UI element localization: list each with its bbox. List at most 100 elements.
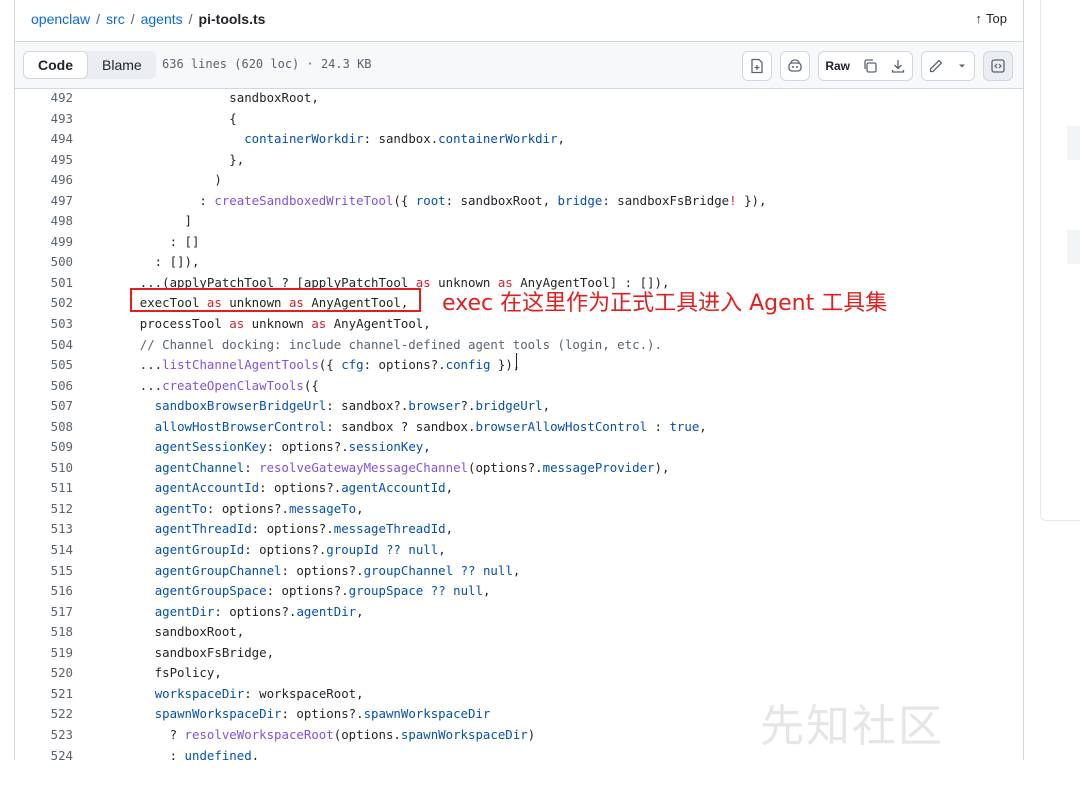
code-token: ({ xyxy=(303,377,319,393)
edit-options-button[interactable] xyxy=(950,52,974,80)
code-token: : [] xyxy=(95,233,200,249)
raw-button[interactable]: Raw xyxy=(819,52,856,80)
copy-raw-button[interactable] xyxy=(856,52,884,80)
add-file-button[interactable] xyxy=(742,51,773,81)
raw-actions-group: Raw xyxy=(818,51,913,81)
code-token: ] xyxy=(95,213,192,229)
code-token: : options?. xyxy=(281,706,364,722)
code-token: agentDir xyxy=(296,603,357,619)
line-number[interactable]: 510 xyxy=(15,458,73,479)
line-number[interactable]: 507 xyxy=(15,396,73,417)
line-code: fsPolicy, xyxy=(73,663,222,684)
breadcrumb-src-link[interactable]: src xyxy=(106,11,125,27)
code-token: messageProvider xyxy=(542,459,655,475)
line-number[interactable]: 521 xyxy=(15,684,73,705)
line-number[interactable]: 509 xyxy=(15,437,73,458)
code-token: undefined xyxy=(184,747,252,761)
code-lines: 492 sandboxRoot, 493 {494 containerWorkdi… xyxy=(15,88,1023,760)
line-number[interactable]: 506 xyxy=(15,376,73,397)
code-token: , xyxy=(356,500,364,516)
code-line: 518 sandboxRoot, xyxy=(15,622,1023,643)
sidebar-tab[interactable] xyxy=(1067,126,1080,160)
line-number[interactable]: 515 xyxy=(15,561,73,582)
line-number[interactable]: 519 xyxy=(15,643,73,664)
line-number[interactable]: 500 xyxy=(15,252,73,273)
line-number[interactable]: 523 xyxy=(15,725,73,746)
download-button[interactable] xyxy=(884,52,912,80)
code-token: : options?. xyxy=(214,603,297,619)
line-number[interactable]: 504 xyxy=(15,335,73,356)
code-line: 506 ...createOpenClawTools({ xyxy=(15,376,1023,397)
code-token: agentThreadId xyxy=(154,521,252,537)
code-token: bridgeUrl xyxy=(475,398,543,414)
line-number[interactable]: 514 xyxy=(15,540,73,561)
line-number[interactable]: 512 xyxy=(15,499,73,520)
code-token: resolveGatewayMessageChannel xyxy=(259,459,469,475)
code-token: sandboxRoot, xyxy=(95,90,319,105)
code-token: , xyxy=(423,439,431,455)
code-token: createSandboxedWriteTool xyxy=(214,192,394,208)
line-number[interactable]: 499 xyxy=(15,232,73,253)
code-token: , xyxy=(557,131,565,147)
sidebar-tab[interactable] xyxy=(1067,230,1080,264)
code-token: , xyxy=(438,542,446,558)
line-number[interactable]: 496 xyxy=(15,170,73,191)
code-line: 513 agentThreadId: options?.messageThrea… xyxy=(15,519,1023,540)
arrow-up-icon: ↑ xyxy=(975,11,983,26)
line-number[interactable]: 494 xyxy=(15,129,73,150)
code-token: null xyxy=(453,583,483,599)
symbols-button[interactable] xyxy=(983,51,1013,81)
edit-actions-group xyxy=(921,51,975,81)
breadcrumb-agents-link[interactable]: agents xyxy=(141,11,183,27)
line-number[interactable]: 524 xyxy=(15,746,73,761)
toolbar-actions: Raw xyxy=(742,51,1013,81)
code-token: : options?. xyxy=(244,542,327,558)
code-token: cfg xyxy=(341,357,364,373)
code-token: : xyxy=(244,459,260,475)
line-number[interactable]: 522 xyxy=(15,704,73,725)
code-token: // Channel docking: include channel-defi… xyxy=(95,336,662,352)
line-code: spawnWorkspaceDir: options?.spawnWorkspa… xyxy=(73,704,491,725)
line-number[interactable]: 516 xyxy=(15,581,73,602)
tab-code[interactable]: Code xyxy=(23,51,88,79)
line-number[interactable]: 501 xyxy=(15,273,73,294)
code-line: 514 agentGroupId: options?.groupId ?? nu… xyxy=(15,540,1023,561)
line-number[interactable]: 502 xyxy=(15,293,73,314)
code-token: : sandboxRoot, xyxy=(445,192,558,208)
line-number[interactable]: 518 xyxy=(15,622,73,643)
code-token: browserAllowHostControl xyxy=(475,418,648,434)
line-number[interactable]: 497 xyxy=(15,191,73,212)
line-number[interactable]: 511 xyxy=(15,478,73,499)
edit-button[interactable] xyxy=(922,52,950,80)
line-number[interactable]: 505 xyxy=(15,355,73,376)
line-code: sandboxBrowserBridgeUrl: sandbox?.browse… xyxy=(73,396,550,417)
top-button[interactable]: ↑ Top xyxy=(976,11,1007,26)
code-token: : options?. xyxy=(266,439,349,455)
line-number[interactable]: 498 xyxy=(15,211,73,232)
copy-icon xyxy=(864,59,877,73)
line-number[interactable]: 517 xyxy=(15,602,73,623)
line-number[interactable]: 492 xyxy=(15,88,73,109)
symbols-icon xyxy=(991,59,1005,73)
line-number[interactable]: 503 xyxy=(15,314,73,335)
code-line: 493 { xyxy=(15,109,1023,130)
copilot-button[interactable] xyxy=(780,51,811,81)
code-token: groupChannel xyxy=(363,562,454,578)
line-number[interactable]: 508 xyxy=(15,417,73,438)
line-number[interactable]: 495 xyxy=(15,150,73,171)
line-number[interactable]: 493 xyxy=(15,109,73,130)
breadcrumb-repo-link[interactable]: openclaw xyxy=(31,11,90,27)
code-token: spawnWorkspaceDir xyxy=(400,726,528,742)
tab-blame[interactable]: Blame xyxy=(88,51,156,79)
code-token: , xyxy=(445,480,454,496)
code-line: 509 agentSessionKey: options?.sessionKey… xyxy=(15,437,1023,458)
code-line: 499 : [] xyxy=(15,232,1023,253)
line-code: sandboxRoot, xyxy=(73,88,319,109)
breadcrumb-separator: / xyxy=(96,11,101,27)
code-token: : sandbox ? sandbox. xyxy=(326,418,476,434)
line-number[interactable]: 520 xyxy=(15,663,73,684)
line-number[interactable]: 513 xyxy=(15,519,73,540)
